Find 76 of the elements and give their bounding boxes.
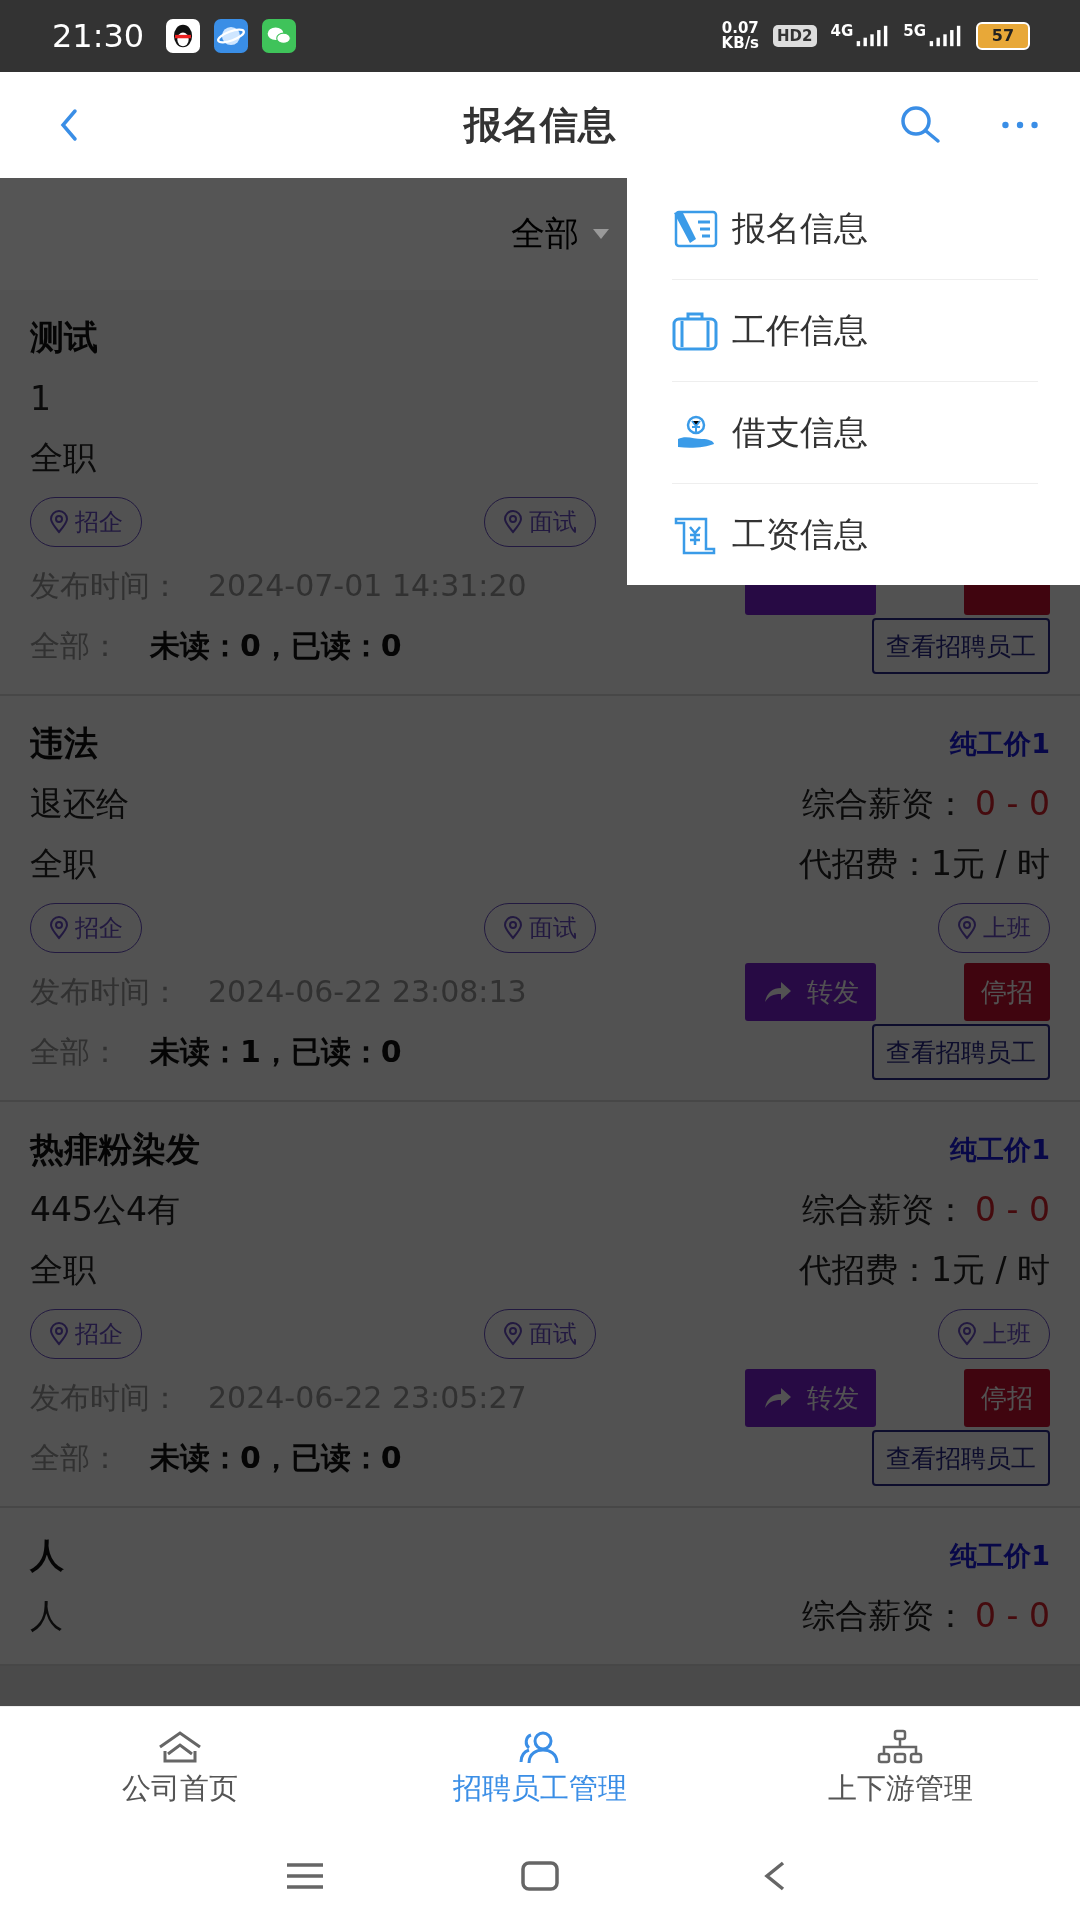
salary-value: 0 - 0 <box>975 783 1050 823</box>
view-employees-button[interactable]: 查看招聘员工 <box>872 1024 1050 1080</box>
hd-badge: HD2 <box>773 25 817 47</box>
page-title: 报名信息 <box>464 101 616 149</box>
menu-item[interactable]: 借支信息 <box>672 382 1038 484</box>
job-type: 全职 <box>30 436 96 479</box>
sim-label: 5G <box>903 22 926 40</box>
location-tag[interactable]: 招企 <box>30 497 142 547</box>
view-employees-button[interactable]: 查看招聘员工 <box>872 1430 1050 1486</box>
nav-tab[interactable]: 公司首页 <box>0 1707 360 1831</box>
fee-text: 代招费：1元 / 时 <box>798 842 1050 885</box>
signal-icon <box>855 25 890 47</box>
salary-value: 0 - 0 <box>975 1189 1050 1229</box>
job-type: 全职 <box>30 842 96 885</box>
job-title: 违法 <box>30 722 98 765</box>
stop-button[interactable]: 停招 <box>964 963 1050 1021</box>
battery-indicator: 57 <box>976 22 1030 50</box>
pin-icon <box>503 916 523 940</box>
job-title: 测试 <box>30 316 98 359</box>
location-tag[interactable]: 招企 <box>30 1309 142 1359</box>
pin-icon <box>49 916 69 940</box>
view-employees-button[interactable]: 查看招聘员工 <box>872 618 1050 674</box>
fee-text: 代招费：1元 / 时 <box>798 1248 1050 1291</box>
briefcase-icon <box>672 310 718 351</box>
location-tag[interactable]: 上班 <box>938 903 1050 953</box>
salary-label: 综合薪资： <box>802 1189 968 1229</box>
job-title: 人 <box>30 1534 64 1577</box>
read-stats: 未读：1，已读：0 <box>150 1034 402 1069</box>
location-tag[interactable]: 面试 <box>484 1309 596 1359</box>
net-speed: 0.07 <box>721 21 759 36</box>
menu-icon[interactable] <box>285 1860 325 1891</box>
pin-icon <box>503 510 523 534</box>
pin-icon <box>49 1322 69 1346</box>
penguin-icon <box>166 19 201 53</box>
job-title: 热痱粉染发 <box>30 1128 200 1171</box>
hierarchy-icon <box>875 1729 925 1765</box>
pin-icon <box>503 1322 523 1346</box>
form-pen-icon <box>672 208 718 249</box>
home-icon[interactable] <box>520 1860 560 1891</box>
job-subtitle: 人 <box>30 1594 63 1637</box>
forward-button[interactable]: 转发 <box>745 1369 876 1427</box>
menu-item[interactable]: 工作信息 <box>672 280 1038 382</box>
location-tag[interactable]: 面试 <box>484 497 596 547</box>
filter-dropdown[interactable]: 全部 <box>471 211 609 257</box>
location-tag[interactable]: 面试 <box>484 903 596 953</box>
stop-button[interactable]: 停招 <box>964 1369 1050 1427</box>
pin-icon <box>49 510 69 534</box>
read-stats: 未读：0，已读：0 <box>150 628 402 663</box>
price-label: 纯工价1 <box>950 727 1050 761</box>
nav-tab[interactable]: 招聘员工管理 <box>360 1707 720 1831</box>
price-label: 纯工价1 <box>950 1133 1050 1167</box>
menu-item[interactable]: 报名信息 <box>672 178 1038 280</box>
location-tag[interactable]: 招企 <box>30 903 142 953</box>
sim-label: 4G <box>830 22 854 40</box>
salary-label: 综合薪资： <box>802 1595 968 1635</box>
pin-icon <box>957 1322 977 1346</box>
job-subtitle: 退还给 <box>30 782 129 825</box>
caret-icon <box>593 229 609 239</box>
job-subtitle: 1 <box>30 378 51 418</box>
job-type: 全职 <box>30 1248 96 1291</box>
chat-icon <box>262 19 297 53</box>
more-icon[interactable] <box>1000 119 1040 131</box>
planet-icon <box>214 19 249 53</box>
job-subtitle: 445公4有 <box>30 1188 180 1231</box>
forward-button[interactable]: 转发 <box>745 963 876 1021</box>
pin-icon <box>957 916 977 940</box>
menu-item[interactable]: 工资信息 <box>672 484 1038 585</box>
salary-value: 0 - 0 <box>975 1595 1050 1635</box>
salary-label: 综合薪资： <box>802 783 968 823</box>
read-stats: 未读：0，已读：0 <box>150 1440 402 1475</box>
signal-icon <box>928 25 962 47</box>
net-unit: KB/s <box>721 36 760 51</box>
price-label: 纯工价1 <box>950 1539 1050 1573</box>
nav-tab[interactable]: 上下游管理 <box>720 1707 1080 1831</box>
location-tag[interactable]: 上班 <box>938 1309 1050 1359</box>
status-time: 21:30 <box>52 17 145 55</box>
